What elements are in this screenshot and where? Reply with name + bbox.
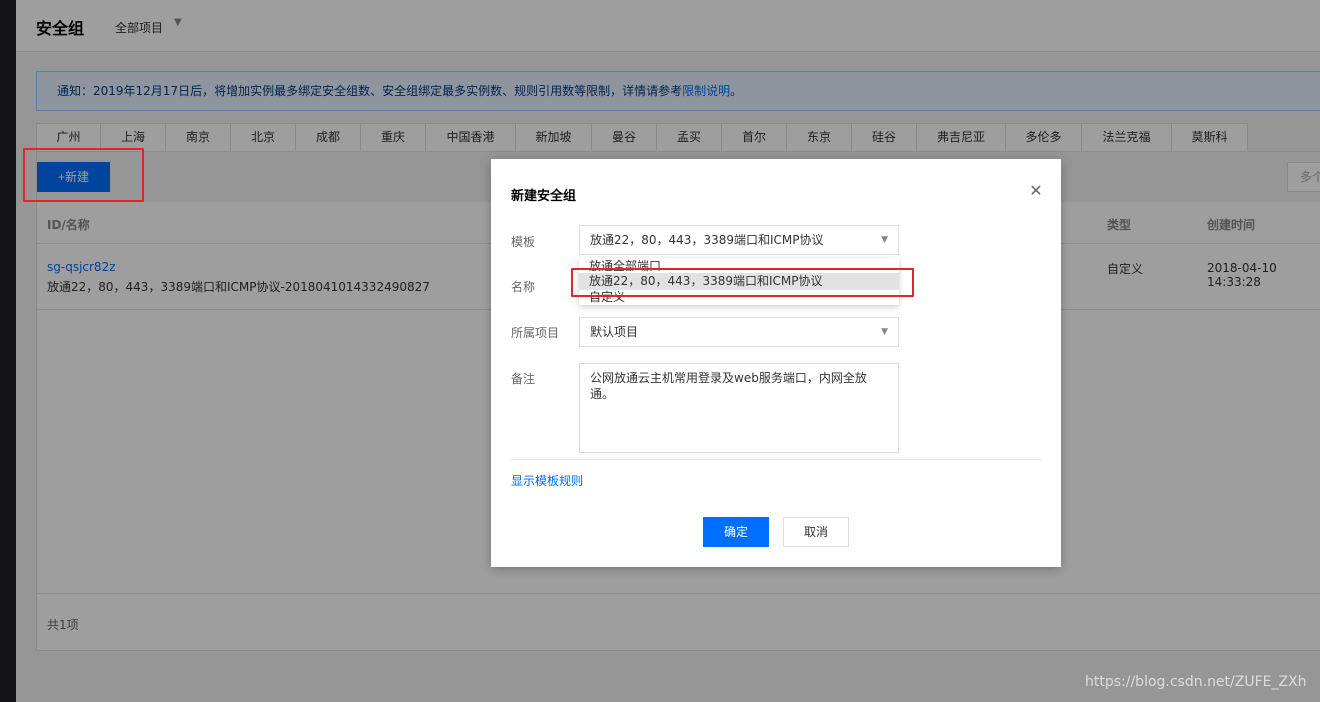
watermark: https://blog.csdn.net/ZUFE_ZXh (1085, 674, 1307, 690)
chevron-down-icon: ▼ (881, 235, 888, 245)
chevron-down-icon: ▼ (881, 327, 888, 337)
template-label: 模板 (511, 235, 536, 249)
dialog-title: 新建安全组 (511, 189, 577, 204)
highlight-box-new-button (23, 148, 144, 202)
name-label: 名称 (511, 280, 536, 294)
show-template-rules-link[interactable]: 显示模板规则 (511, 472, 583, 489)
cancel-button[interactable]: 取消 (783, 517, 849, 547)
project-label: 所属项目 (511, 326, 560, 340)
confirm-button[interactable]: 确定 (703, 517, 769, 547)
new-security-group-dialog: 新建安全组 ✕ 模板 放通22，80，443，3389端口和ICMP协议 ▼ 名… (491, 159, 1061, 567)
remark-textarea[interactable]: 公网放通云主机常用登录及web服务端口，内网全放通。 (579, 363, 899, 453)
template-select[interactable]: 放通22，80，443，3389端口和ICMP协议 ▼ (579, 225, 899, 255)
close-icon[interactable]: ✕ (1027, 182, 1045, 200)
project-select-value: 默认项目 (590, 325, 639, 339)
highlight-box-template-option (571, 268, 914, 297)
divider (511, 459, 1041, 460)
project-select[interactable]: 默认项目 ▼ (579, 317, 899, 347)
remark-label: 备注 (511, 372, 536, 386)
template-select-value: 放通22，80，443，3389端口和ICMP协议 (590, 233, 824, 247)
